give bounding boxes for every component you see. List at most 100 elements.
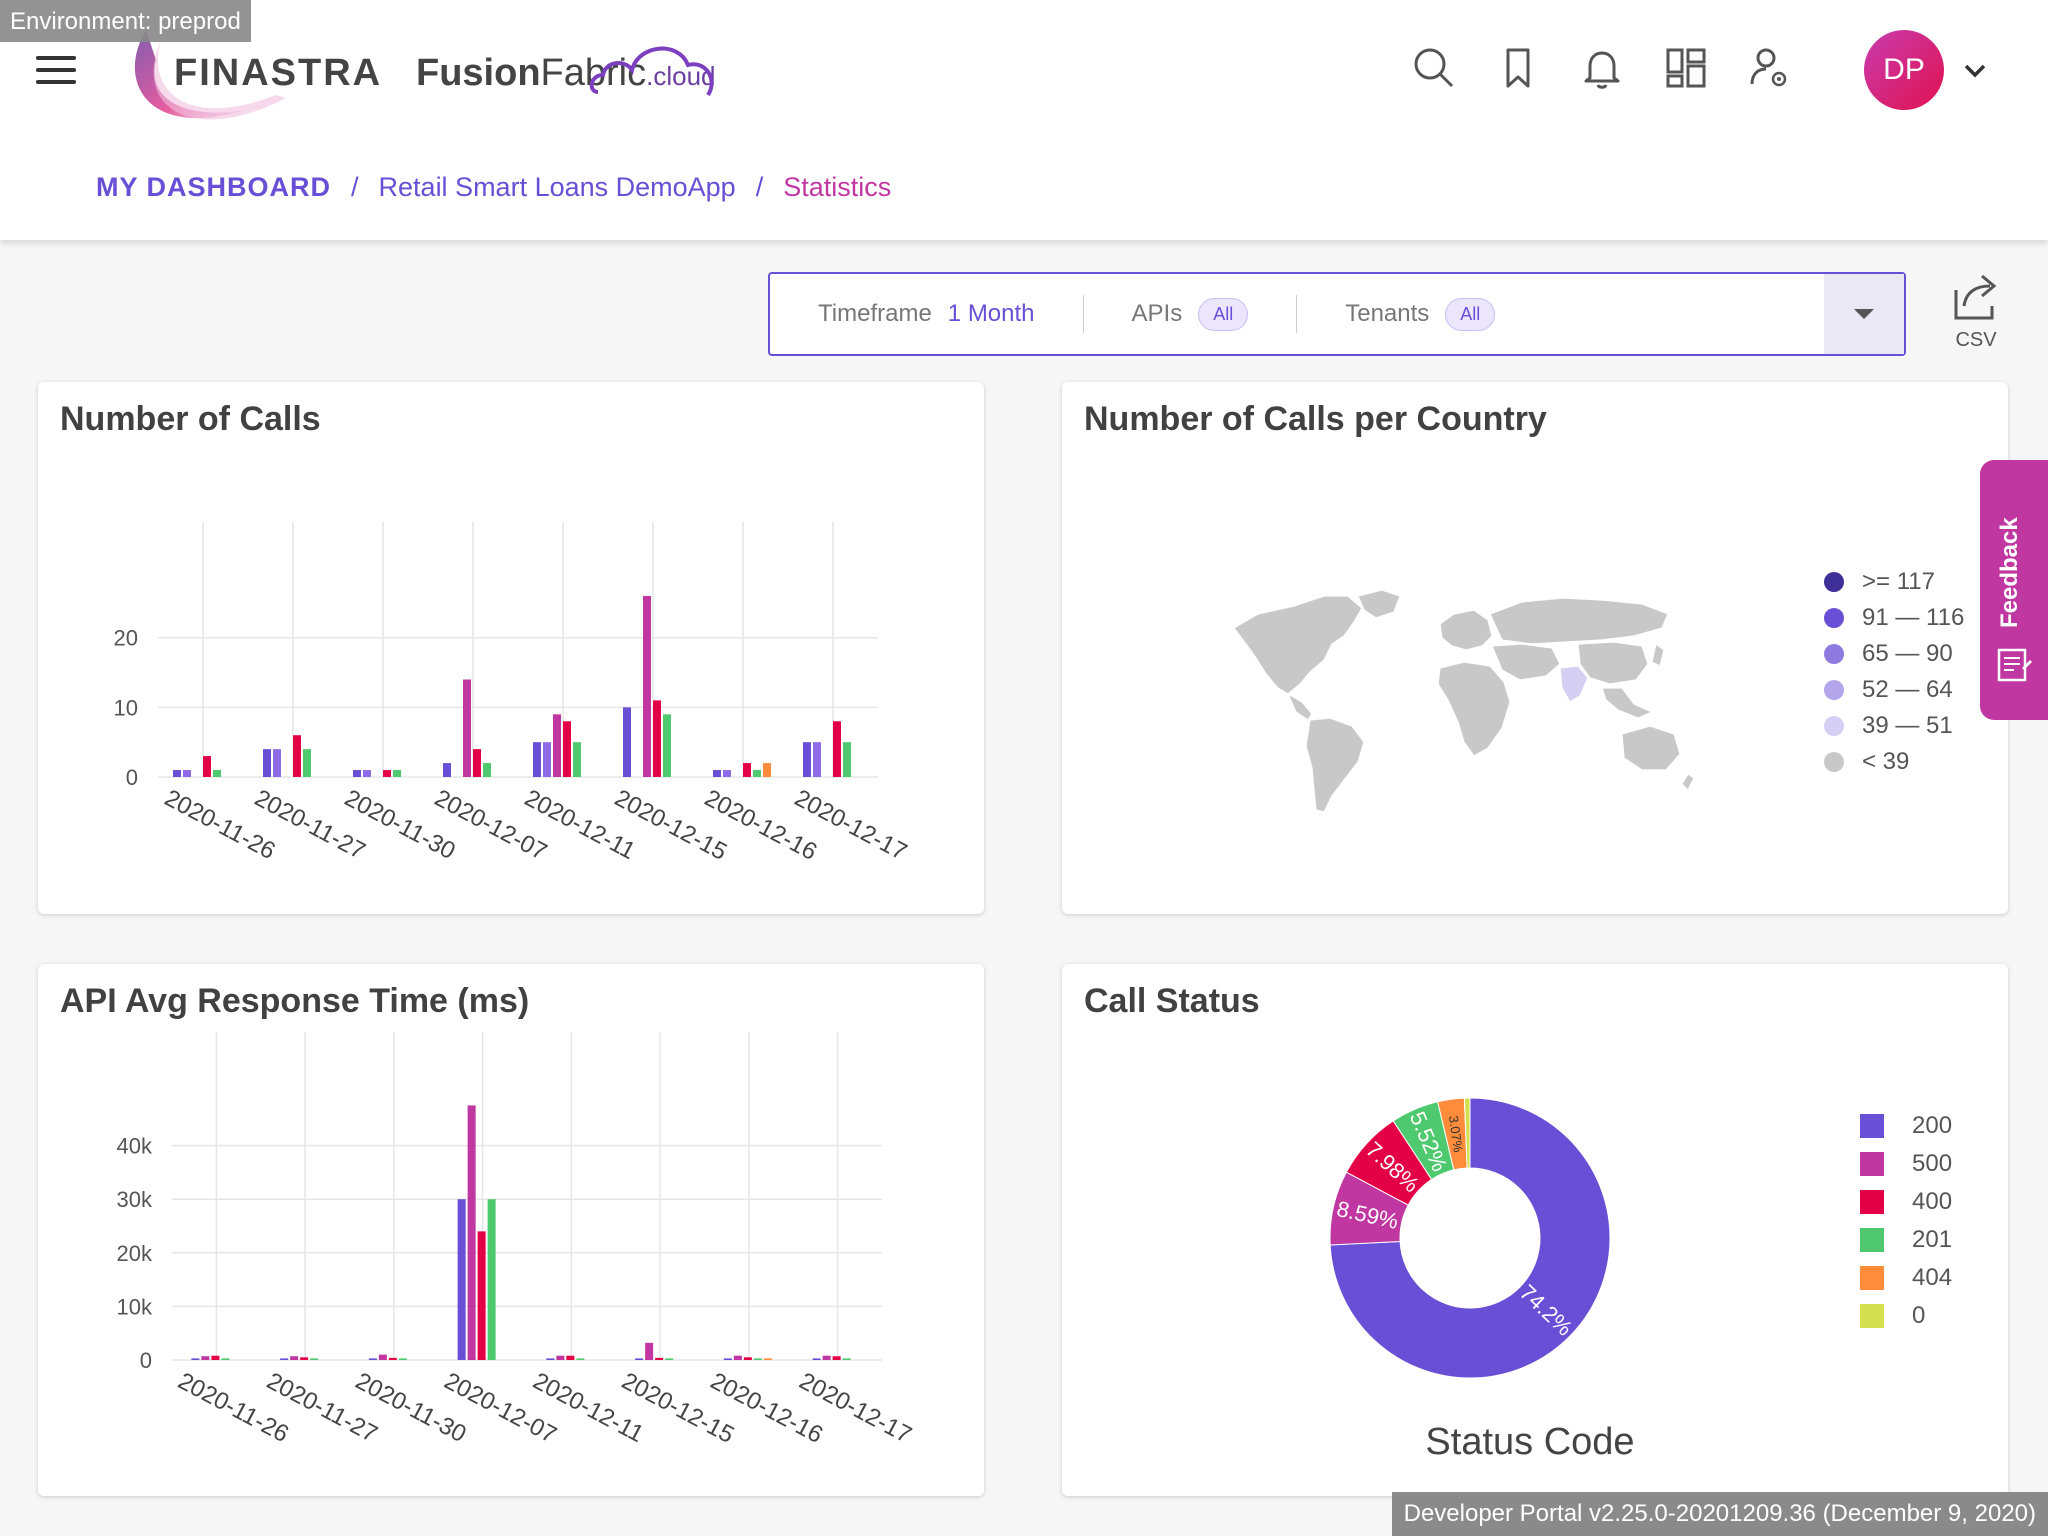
bar	[191, 1358, 200, 1360]
bar	[803, 742, 811, 777]
bar	[293, 735, 301, 777]
bar	[546, 1358, 555, 1360]
number-of-calls-card: Number of Calls 0 10 20 2020-11-26 2020-11-2…	[38, 382, 984, 914]
country-africa	[1437, 661, 1511, 757]
legend-item[interactable]: 200	[1860, 1112, 1952, 1140]
bar	[300, 1357, 309, 1360]
legend-swatch	[1860, 1152, 1884, 1176]
y-tick-label: 10	[114, 695, 138, 720]
call-status-card: Call Status 74.2% 8.59% 7.98% 5.52% 3.07% Sta…	[1062, 964, 2008, 1496]
legend-label: 39 — 51	[1862, 712, 1953, 739]
y-tick-label: 0	[140, 1348, 152, 1373]
filter-bar: Timeframe 1 Month APIs All Tenants All	[768, 272, 1906, 356]
search-icon[interactable]	[1410, 44, 1458, 92]
bar	[822, 1355, 831, 1360]
legend-item: 91 — 116	[1824, 604, 1964, 632]
bar	[623, 707, 631, 777]
bar	[576, 1358, 585, 1360]
legend-label: 91 — 116	[1862, 604, 1965, 631]
filter-dropdown-button[interactable]	[1824, 274, 1904, 354]
bar	[487, 1199, 496, 1360]
bar	[723, 770, 731, 777]
country-south-america	[1305, 717, 1365, 813]
bar	[463, 679, 471, 777]
number-of-calls-chart: 010202020-11-262020-11-272020-11-302020-…	[114, 522, 911, 866]
bar	[273, 749, 281, 777]
breadcrumb-current: Statistics	[783, 172, 892, 202]
legend-item[interactable]: 500	[1860, 1150, 1952, 1178]
menu-icon[interactable]	[36, 56, 76, 84]
bar	[573, 742, 581, 777]
country-australia	[1621, 725, 1681, 771]
legend-swatch	[1824, 680, 1844, 700]
legend-item: >= 117	[1824, 568, 1935, 596]
country-japan	[1651, 642, 1665, 667]
y-tick-label: 10k	[117, 1294, 153, 1319]
bar	[183, 770, 191, 777]
legend-label: 201	[1912, 1226, 1953, 1253]
apis-filter[interactable]: APIs All	[1084, 294, 1297, 334]
apps-grid-icon[interactable]	[1662, 44, 1710, 92]
user-settings-icon[interactable]	[1746, 44, 1794, 92]
apis-chip[interactable]: All	[1198, 297, 1249, 331]
bar	[477, 1231, 486, 1360]
bookmark-icon[interactable]	[1494, 44, 1542, 92]
response-time-card: API Avg Response Time (ms) 0 10k 20k 30k 40k…	[38, 964, 984, 1496]
legend-label: 500	[1912, 1150, 1953, 1177]
legend-label: 52 — 64	[1862, 676, 1953, 703]
chevron-down-icon[interactable]	[1960, 56, 1990, 86]
tenants-filter[interactable]: Tenants All	[1297, 294, 1543, 334]
breadcrumb-app-link[interactable]: Retail Smart Loans DemoApp	[379, 172, 736, 203]
bar	[743, 1357, 752, 1360]
timeframe-label: Timeframe	[818, 300, 932, 327]
legend-item[interactable]: 404	[1860, 1264, 1952, 1292]
breadcrumb-separator: /	[351, 172, 359, 202]
tenants-chip[interactable]: All	[1445, 297, 1496, 331]
legend-item[interactable]: 400	[1860, 1188, 1952, 1216]
feedback-label: Feedback	[1996, 517, 2023, 628]
y-tick-label: 20	[114, 626, 138, 651]
country-middle-east	[1491, 643, 1561, 681]
legend-swatch	[1824, 644, 1844, 664]
bar	[533, 742, 541, 777]
legend-label: 200	[1912, 1112, 1953, 1139]
bar	[211, 1355, 220, 1360]
bar	[663, 714, 671, 777]
country-europe	[1439, 609, 1493, 651]
legend-item[interactable]: 201	[1860, 1226, 1952, 1254]
breadcrumb-dashboard-link[interactable]: MY DASHBOARD	[96, 172, 331, 203]
tenants-label: Tenants	[1345, 300, 1430, 327]
legend-swatch	[1824, 752, 1844, 772]
country-southeast-asia	[1601, 687, 1654, 719]
bar	[743, 763, 751, 777]
timeframe-filter[interactable]: Timeframe 1 Month	[770, 294, 1083, 334]
bar	[753, 770, 761, 777]
bar	[763, 1358, 772, 1360]
bar	[393, 770, 401, 777]
legend-label: >= 117	[1862, 568, 1935, 595]
feedback-tab[interactable]: Feedback	[1980, 460, 2048, 720]
csv-export-button[interactable]: CSV	[1944, 272, 2008, 356]
bar	[566, 1355, 575, 1360]
bar	[653, 700, 661, 777]
bar	[556, 1355, 565, 1360]
legend-item[interactable]: 0	[1860, 1302, 1925, 1330]
bar	[645, 1342, 654, 1360]
environment-badge: Environment: preprod	[0, 0, 251, 42]
bar	[310, 1358, 319, 1360]
legend-swatch	[1824, 572, 1844, 592]
legend-swatch	[1824, 716, 1844, 736]
bar	[213, 770, 221, 777]
legend-label: 0	[1912, 1302, 1926, 1329]
bar	[290, 1356, 299, 1360]
country-north-america	[1233, 595, 1363, 695]
bell-icon[interactable]	[1578, 44, 1626, 92]
bar	[398, 1358, 407, 1360]
legend-swatch	[1860, 1190, 1884, 1214]
bar	[467, 1105, 476, 1360]
avatar[interactable]: DP	[1864, 30, 1944, 110]
bar	[353, 770, 361, 777]
bar	[383, 770, 391, 777]
finastra-wordmark: FINASTRA	[174, 52, 383, 94]
bar	[263, 749, 271, 777]
